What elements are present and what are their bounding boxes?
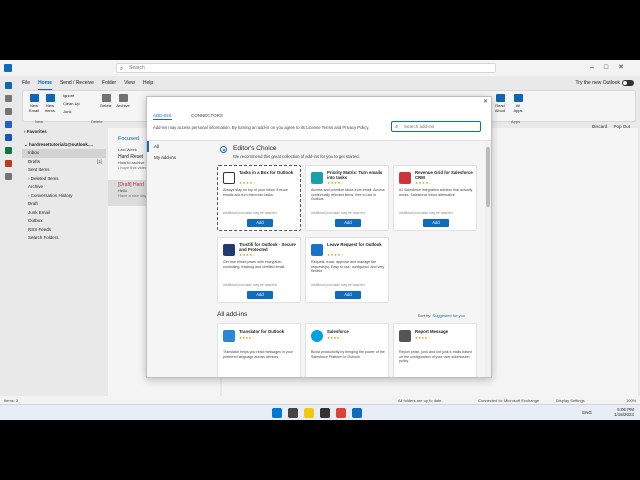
status-all-folders: All folders are up to date. bbox=[398, 398, 443, 403]
dialog-scrollbar[interactable] bbox=[485, 141, 491, 377]
all-addins-title: All add-ins bbox=[217, 311, 248, 318]
addins-dialog: ✕ ADD-INS CONNECTORS Add-ins may access … bbox=[146, 96, 492, 378]
dialog-overlay: ✕ ADD-INS CONNECTORS Add-ins may access … bbox=[0, 76, 640, 404]
search-addins-input[interactable]: ⌕ Search add-ins bbox=[391, 121, 481, 132]
search-icon: ⌕ bbox=[395, 124, 399, 130]
screen: ⌕ Search –□✕ File Home Send / Receive Fo… bbox=[0, 60, 640, 420]
addin-card-report-message[interactable]: Report Message ★★★★☆ Report phish, junk … bbox=[393, 323, 477, 377]
title-bar: ⌕ Search –□✕ bbox=[0, 60, 640, 76]
app-icon[interactable] bbox=[320, 408, 330, 418]
status-items: Items: 2 bbox=[4, 398, 19, 403]
revenue-grid-logo bbox=[399, 172, 411, 184]
dialog-sidebar: All My add-ins bbox=[147, 141, 213, 377]
add-button[interactable]: Add bbox=[335, 219, 361, 227]
start-icon[interactable] bbox=[272, 408, 282, 418]
rating-stars: ★★★★☆ bbox=[239, 253, 257, 257]
add-button[interactable]: Add bbox=[247, 291, 273, 299]
dialog-header: ✕ ADD-INS CONNECTORS Add-ins may access … bbox=[147, 97, 491, 141]
outlook-icon bbox=[4, 64, 12, 72]
leave-request-logo bbox=[311, 244, 323, 256]
sort-by-value: Suggested for you bbox=[432, 313, 465, 318]
file-explorer-icon[interactable] bbox=[304, 408, 314, 418]
side-my-addins[interactable]: My add-ins bbox=[147, 152, 213, 163]
priority-matrix-logo bbox=[311, 172, 323, 184]
status-connected: Connected to: Microsoft Exchange bbox=[478, 398, 540, 403]
close-icon[interactable]: ✕ bbox=[483, 98, 488, 105]
salesforce-logo bbox=[311, 330, 323, 342]
sort-by[interactable]: Sort by: Suggested for you bbox=[418, 313, 465, 318]
rating-stars: ★★★★☆ bbox=[415, 336, 431, 340]
add-button[interactable]: Add bbox=[335, 291, 361, 299]
outlook-taskbar-icon[interactable] bbox=[352, 408, 362, 418]
trustifi-logo bbox=[223, 244, 235, 256]
addin-card-revenue-grid[interactable]: Revenue Grid for Salesforce CRM ★★★★☆ #1… bbox=[393, 165, 477, 231]
side-all[interactable]: All bbox=[147, 141, 213, 152]
rating-stars: ★★★★☆ bbox=[239, 181, 257, 185]
status-bar: Items: 2 All folders are up to date. Con… bbox=[0, 396, 640, 404]
add-button[interactable]: Add bbox=[247, 219, 273, 227]
rating-stars: ★★★★☆ bbox=[327, 181, 345, 185]
tab-connectors[interactable]: CONNECTORS bbox=[191, 113, 223, 118]
addin-card-tasks-in-a-box[interactable]: Tasks in a Box for Outlook ★★★★☆ Always … bbox=[217, 165, 301, 231]
report-message-logo bbox=[399, 330, 411, 342]
scrollbar-thumb[interactable] bbox=[486, 147, 490, 207]
display-settings-button[interactable]: Display Settings bbox=[556, 398, 585, 403]
rating-stars: ★★★★☆ bbox=[239, 336, 255, 340]
window-controls[interactable]: –□✕ bbox=[590, 63, 634, 71]
editors-choice-title: Editor's Choice bbox=[233, 145, 277, 152]
tab-addins[interactable]: ADD-INS bbox=[153, 113, 172, 120]
search-placeholder: Search bbox=[129, 65, 145, 71]
search-input[interactable]: ⌕ Search bbox=[116, 63, 496, 73]
editors-choice-radio[interactable] bbox=[220, 146, 227, 153]
tasks-in-a-box-logo bbox=[223, 172, 235, 184]
taskbar: ENG 5:06 PM 1/15/2024 bbox=[0, 404, 640, 420]
tray-clock[interactable]: 5:06 PM 1/15/2024 bbox=[614, 407, 634, 417]
dialog-main: Editor's Choice We recommend this great … bbox=[213, 141, 485, 377]
rating-stars: ★★★★☆ bbox=[415, 181, 433, 185]
add-button[interactable]: Add bbox=[423, 219, 449, 227]
addin-card-salesforce[interactable]: Salesforce ★★★★☆ Boost productivity by b… bbox=[305, 323, 389, 377]
addin-card-translator[interactable]: Translator for Outlook ★★★★☆ Translator … bbox=[217, 323, 301, 377]
addin-card-leave-request[interactable]: Leave Request for Outlook ★★★★☆ Request,… bbox=[305, 237, 389, 303]
editors-choice-subtitle: We recommend this great collection of ad… bbox=[233, 154, 360, 159]
task-view-icon[interactable] bbox=[288, 408, 298, 418]
addin-card-trustifi[interactable]: Trustifi for Outlook - Secure and Protec… bbox=[217, 237, 301, 303]
rating-stars: ★★★★☆ bbox=[327, 253, 345, 257]
taskbar-icons bbox=[272, 408, 362, 418]
addin-card-priority-matrix[interactable]: Priority Matrix: Turn emails into tasks … bbox=[305, 165, 389, 231]
tray-language[interactable]: ENG bbox=[582, 410, 592, 415]
chrome-icon[interactable] bbox=[336, 408, 346, 418]
translator-logo bbox=[223, 330, 235, 342]
rating-stars: ★★★★☆ bbox=[327, 336, 343, 340]
search-icon: ⌕ bbox=[120, 66, 124, 72]
dialog-info-text: Add-ins may access personal information.… bbox=[153, 125, 370, 130]
zoom-level: 100% bbox=[626, 398, 637, 403]
